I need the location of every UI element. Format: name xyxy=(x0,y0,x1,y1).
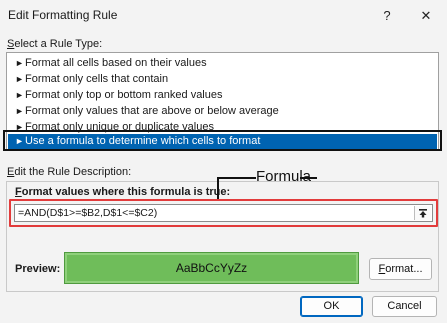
collapse-dialog-icon xyxy=(419,209,427,218)
preview-label: Preview: xyxy=(15,263,61,275)
formula-input-value: =AND(D$1>=$B2,D$1<=$C2) xyxy=(18,207,158,219)
formula-input[interactable]: =AND(D$1>=$B2,D$1<=$C2) xyxy=(14,204,433,222)
format-button-label: ormat... xyxy=(385,263,423,275)
format-button[interactable]: Format... xyxy=(369,258,432,280)
preview-sample: AaBbCcYyZz xyxy=(64,252,359,284)
cancel-button[interactable]: Cancel xyxy=(372,296,437,317)
collapse-dialog-button[interactable] xyxy=(414,206,431,220)
formula-callout-label: Formula xyxy=(256,168,312,185)
ok-button[interactable]: OK xyxy=(300,296,363,317)
